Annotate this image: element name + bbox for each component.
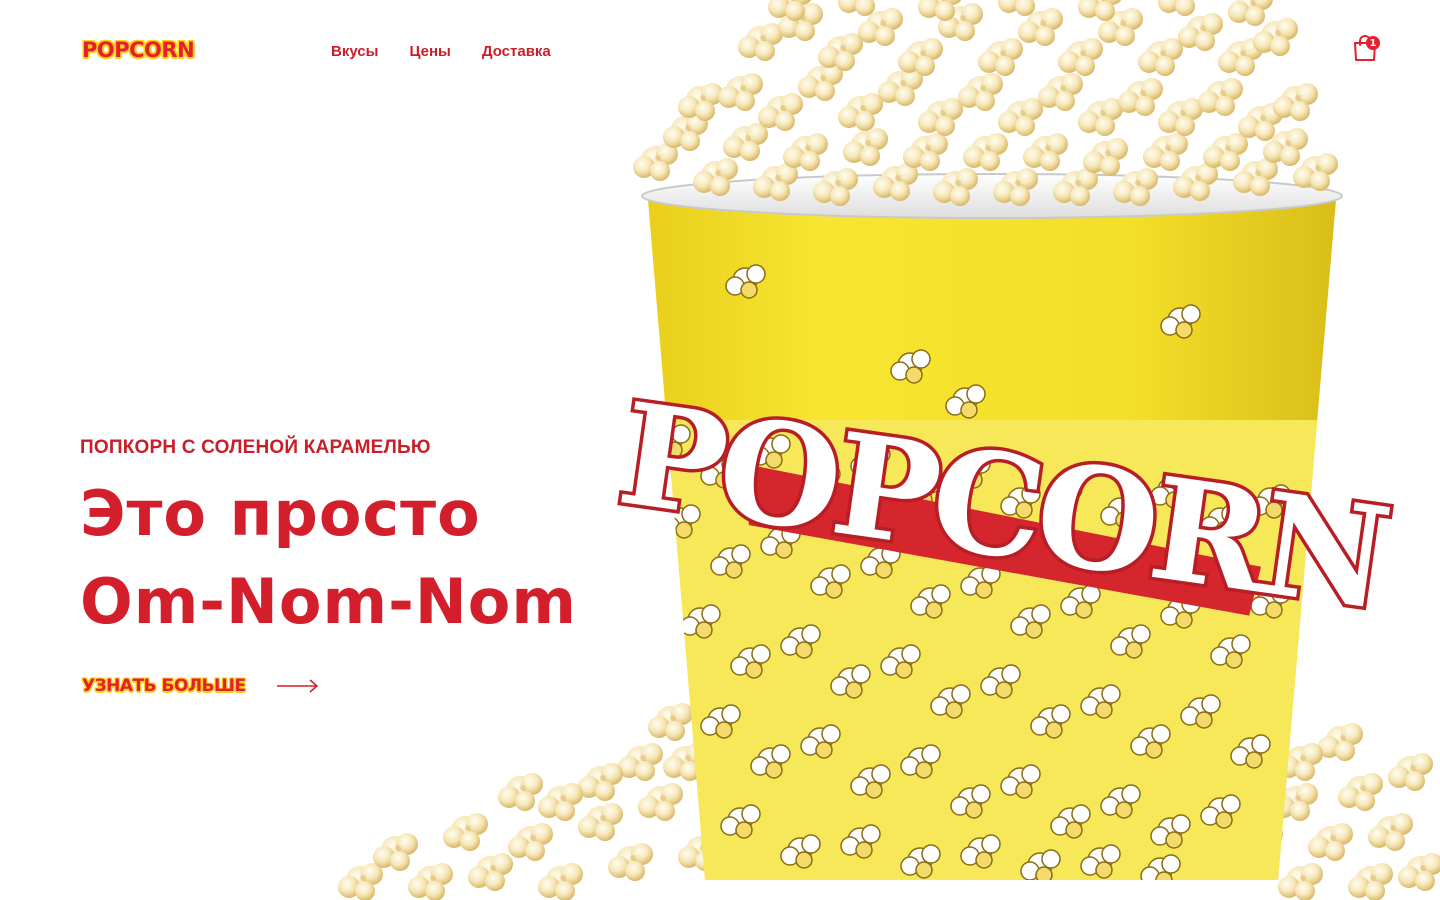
bucket: POPCORN bbox=[607, 173, 1398, 880]
landing-page: POPCORN Вкусы Цены Доставка 1 ПОПКОРН С … bbox=[0, 0, 1440, 900]
brand-logo[interactable]: POPCORN bbox=[82, 38, 195, 62]
learn-more-label: УЗНАТЬ БОЛЬШЕ bbox=[82, 676, 246, 696]
learn-more-button[interactable]: УЗНАТЬ БОЛЬШЕ bbox=[82, 676, 320, 696]
popcorn-bucket-image: POPCORN bbox=[338, 0, 1440, 900]
